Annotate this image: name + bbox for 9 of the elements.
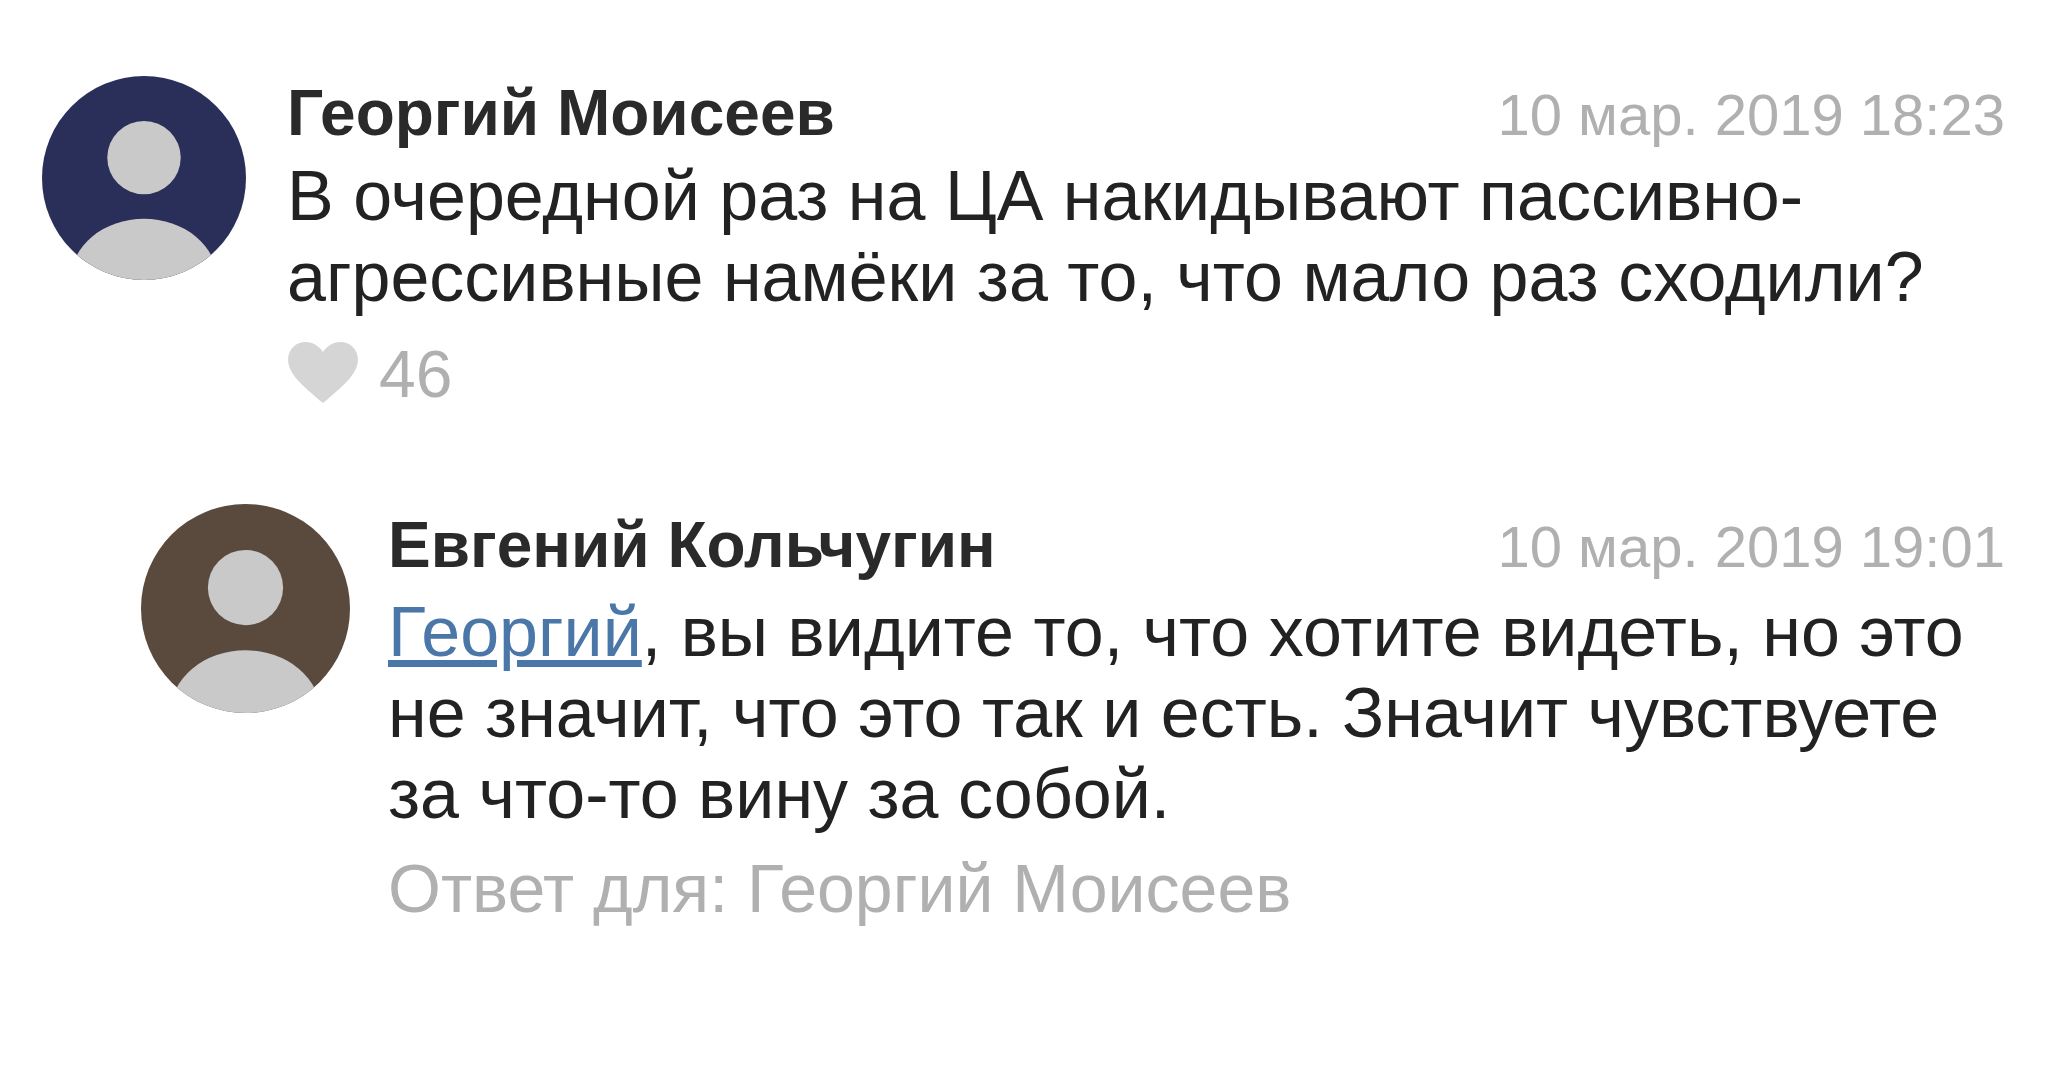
comment-text: Георгий, вы видите то, что хотите видеть, но это не значит, что это так и есть. Значит чувствуете за что-то вину за собой. xyxy=(388,592,1965,835)
reply-to-text: Ответ для: Георгий Моисеев xyxy=(388,849,1293,927)
author-name[interactable]: Георгий Моисеев xyxy=(287,76,835,150)
comment-date: 10 мар. 2019 19:01 xyxy=(1497,513,2005,580)
mention-link[interactable]: Георгий xyxy=(388,593,642,671)
author-name[interactable]: Евгений Кольчугин xyxy=(388,508,996,582)
comment-text: В очередной раз на ЦА накидывают пассивно-агрессивные намёки за то, что мало раз сходили? xyxy=(287,156,1925,318)
like-count: 46 xyxy=(379,336,453,412)
comment-date: 10 мар. 2019 18:23 xyxy=(1497,81,2005,148)
